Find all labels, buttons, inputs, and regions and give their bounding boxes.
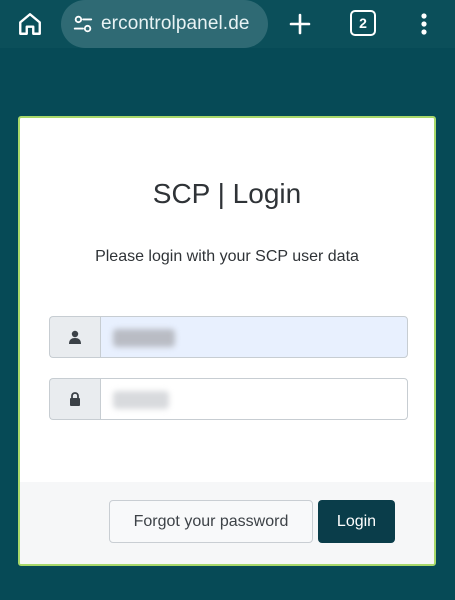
username-addon xyxy=(49,316,100,358)
site-settings-icon xyxy=(73,15,93,33)
page-title: SCP | Login xyxy=(152,178,302,209)
home-icon xyxy=(19,13,41,35)
username-field[interactable] xyxy=(100,316,408,358)
browser-menu-button[interactable] xyxy=(412,8,436,40)
password-field[interactable] xyxy=(100,378,408,420)
password-addon xyxy=(49,378,100,420)
password-group xyxy=(49,378,408,420)
tab-count: 2 xyxy=(359,15,367,31)
lock-icon xyxy=(70,392,80,406)
user-icon xyxy=(69,330,81,344)
login-card: SCP | Login Please login with your SCP u… xyxy=(18,116,436,566)
login-subtitle: Please login with your SCP user data xyxy=(95,248,359,265)
url-text: ercontrolpanel.de xyxy=(101,13,250,34)
browser-toolbar: ercontrolpanel.de 2 xyxy=(0,0,455,48)
forgot-password-button[interactable]: Forgot your password xyxy=(109,500,313,543)
site-settings-button[interactable] xyxy=(65,0,101,48)
new-tab-button[interactable] xyxy=(284,8,316,40)
home-button[interactable] xyxy=(12,8,48,40)
card-footer: Forgot your password Login xyxy=(20,482,434,564)
plus-icon xyxy=(289,13,311,35)
address-bar[interactable]: ercontrolpanel.de xyxy=(61,0,268,48)
redacted-password xyxy=(113,391,169,409)
login-button[interactable]: Login xyxy=(318,500,395,543)
username-group xyxy=(49,316,408,358)
tab-switcher-button[interactable]: 2 xyxy=(350,10,376,36)
redacted-username xyxy=(113,329,175,347)
more-vertical-icon xyxy=(421,13,427,35)
